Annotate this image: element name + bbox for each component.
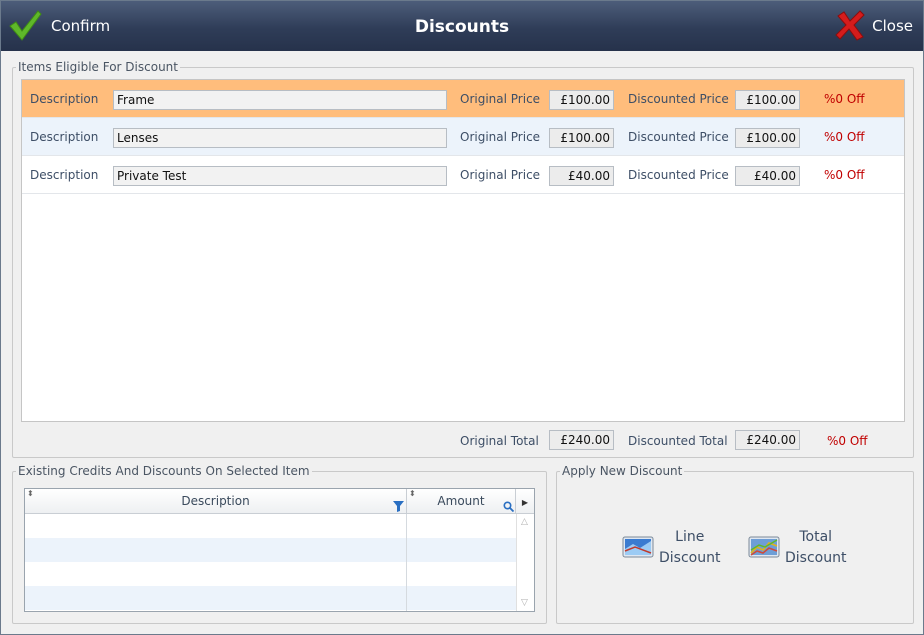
column-header-amount[interactable]: ⬍ Amount xyxy=(407,489,516,514)
description-field[interactable] xyxy=(113,166,447,186)
close-button[interactable]: Close xyxy=(834,1,913,51)
filter-icon[interactable] xyxy=(393,496,404,512)
percent-off-label: %0 Off xyxy=(824,168,865,182)
column-divider xyxy=(406,514,407,611)
credits-grid: ⬍ Description ⬍ Amount ▶ △ ▽ xyxy=(24,488,535,612)
line-discount-label-line1: Line xyxy=(675,529,705,545)
chevron-right-icon: ▶ xyxy=(521,498,529,507)
title-bar: Confirm Discounts Close xyxy=(1,1,923,51)
description-label: Description xyxy=(30,92,99,106)
original-price-value: £40.00 xyxy=(549,166,614,186)
discounted-total-label: Discounted Total xyxy=(628,434,728,448)
sort-handle-icon: ⬍ xyxy=(409,489,416,498)
total-discount-label-line2: Discount xyxy=(785,550,847,566)
line-discount-label: Line Discount xyxy=(659,527,720,569)
discounted-price-value: £100.00 xyxy=(735,90,800,110)
close-label: Close xyxy=(872,17,913,35)
original-price-label: Original Price xyxy=(460,168,541,182)
eligible-items-legend: Items Eligible For Discount xyxy=(18,60,178,74)
existing-credits-legend: Existing Credits And Discounts On Select… xyxy=(18,464,310,478)
description-label: Description xyxy=(30,168,99,182)
window-title: Discounts xyxy=(414,17,510,37)
table-row[interactable] xyxy=(25,514,516,538)
column-header-description[interactable]: ⬍ Description xyxy=(25,489,407,514)
description-field[interactable] xyxy=(113,90,447,110)
original-total-value: £240.00 xyxy=(549,430,614,450)
table-row[interactable] xyxy=(25,562,516,586)
description-label: Description xyxy=(30,130,99,144)
sort-handle-icon: ⬍ xyxy=(27,489,34,498)
original-price-label: Original Price xyxy=(460,130,541,144)
discounted-price-label: Discounted Price xyxy=(628,168,729,182)
scroll-up-icon[interactable]: △ xyxy=(521,517,528,527)
item-row-private-test[interactable]: Description Original Price £40.00 Discou… xyxy=(22,156,904,194)
discounts-window: Confirm Discounts Close Items Eligible F… xyxy=(0,0,924,635)
totals-bar: Original Total £240.00 Discounted Total … xyxy=(1,430,924,452)
item-row-lenses[interactable]: Description Original Price £100.00 Disco… xyxy=(22,118,904,156)
item-row-frame[interactable]: Description Original Price £100.00 Disco… xyxy=(22,80,904,118)
original-price-value: £100.00 xyxy=(549,128,614,148)
apply-discount-legend: Apply New Discount xyxy=(562,464,683,478)
discounted-total-value: £240.00 xyxy=(735,430,800,450)
total-percent-off-label: %0 Off xyxy=(827,434,868,448)
scroll-down-icon[interactable]: ▽ xyxy=(521,598,528,608)
table-row[interactable] xyxy=(25,586,516,610)
discounted-price-label: Discounted Price xyxy=(628,92,729,106)
column-header-description-label: Description xyxy=(181,494,250,508)
description-field[interactable] xyxy=(113,128,447,148)
discounted-price-value: £40.00 xyxy=(735,166,800,186)
total-discount-label-line1: Total xyxy=(799,529,833,545)
apply-discount-group: Apply New Discount xyxy=(556,464,914,624)
column-header-amount-label: Amount xyxy=(437,494,485,508)
original-price-value: £100.00 xyxy=(549,90,614,110)
total-discount-button[interactable]: Total Discount xyxy=(747,527,846,569)
table-row[interactable] xyxy=(25,538,516,562)
line-discount-icon xyxy=(621,533,655,564)
magnifier-icon[interactable] xyxy=(503,496,515,513)
grid-body xyxy=(25,514,516,611)
discounted-price-label: Discounted Price xyxy=(628,130,729,144)
column-chooser-button[interactable]: ▶ xyxy=(516,489,534,514)
total-discount-icon xyxy=(747,533,781,564)
total-discount-label: Total Discount xyxy=(785,527,846,569)
original-price-label: Original Price xyxy=(460,92,541,106)
original-total-label: Original Total xyxy=(460,434,539,448)
line-discount-label-line2: Discount xyxy=(659,550,721,566)
percent-off-label: %0 Off xyxy=(824,130,865,144)
grid-header: ⬍ Description ⬍ Amount ▶ xyxy=(25,489,534,514)
vertical-scrollbar[interactable]: △ ▽ xyxy=(516,514,534,611)
discounted-price-value: £100.00 xyxy=(735,128,800,148)
line-discount-button[interactable]: Line Discount xyxy=(621,527,720,569)
eligible-items-list: Description Original Price £100.00 Disco… xyxy=(21,79,905,422)
red-x-icon xyxy=(834,8,866,45)
percent-off-label: %0 Off xyxy=(824,92,865,106)
